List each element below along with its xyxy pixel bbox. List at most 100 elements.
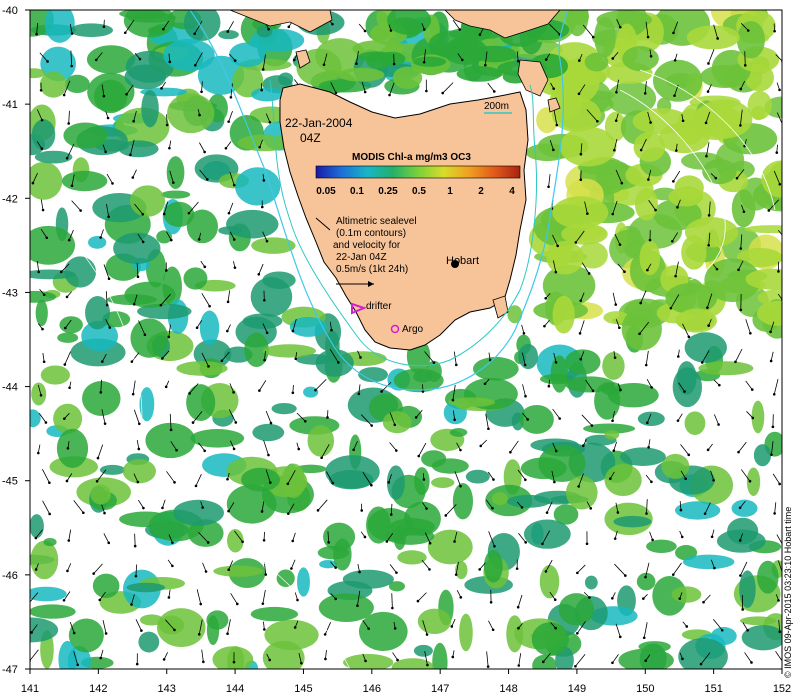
velocity-arrow-head [579,299,583,302]
velocity-arrow-head [294,357,298,360]
chlorophyll-patch [676,361,697,395]
velocity-arrow-head [545,511,549,514]
velocity-arrow-head [92,572,96,575]
velocity-arrow-head [687,335,691,339]
velocity-arrow-head [624,574,627,577]
velocity-arrow-head [579,178,583,182]
velocity-arrow-head [267,27,270,31]
velocity-arrow-head [263,298,266,302]
velocity-arrow-head [611,212,615,216]
velocity-arrow-head [27,603,30,606]
velocity-arrow-head [441,91,444,95]
velocity-arrow-head [717,423,720,426]
chlorophyll-patch [343,654,394,669]
velocity-arrow-head [264,573,268,576]
velocity-arrow-head [67,122,71,125]
velocity-arrow-head [611,57,615,60]
velocity-arrow-head [483,382,487,386]
chlorophyll-patch [256,25,273,38]
velocity-arrow-head [330,328,333,332]
velocity-arrow-head [39,88,43,92]
velocity-arrow-head [82,511,85,515]
colorbar-tick-label: 1 [447,186,453,197]
chlorophyll-patch [30,617,59,643]
velocity-arrow-head [358,570,361,574]
y-tick-label: -47 [2,664,18,676]
velocity-arrow-head [380,390,383,393]
velocity-arrow-head [95,479,99,483]
chlorophyll-patch [176,361,228,376]
velocity-arrow-head [357,392,361,396]
chlorophyll-patch [129,185,166,217]
velocity-arrow-head [596,119,599,123]
chlorophyll-patch [552,196,609,229]
velocity-arrow-head [739,87,743,91]
velocity-arrow-head [68,386,71,390]
velocity-arrow-head [749,331,752,335]
velocity-arrow-head [553,480,556,484]
velocity-arrow-head [618,25,622,29]
velocity-arrow-head [738,506,742,510]
velocity-arrow-head [136,480,140,484]
velocity-arrow-head [743,64,747,67]
velocity-arrow-head [226,300,230,304]
velocity-arrow-head [591,389,595,393]
velocity-arrow-head [649,121,652,124]
velocity-arrow-head [169,238,173,242]
chlorophyll-patch [413,644,433,657]
velocity-arrow-head [168,60,172,64]
chlorophyll-patch [459,613,473,652]
velocity-arrow-head [314,388,317,392]
velocity-arrow-head [487,427,490,431]
velocity-arrow-head [385,540,389,543]
velocity-arrow-head [103,511,106,515]
velocity-arrow-head [750,661,753,664]
velocity-arrow-head [642,636,646,640]
velocity-arrow-head [524,478,527,482]
velocity-arrow-head [714,176,718,180]
velocity-arrow-head [226,329,229,333]
velocity-arrow-head [681,119,685,123]
velocity-arrow-head [553,598,557,602]
velocity-arrow-head [516,59,520,63]
velocity-arrow-head [643,92,647,95]
x-tick-label: 141 [21,683,39,695]
velocity-arrow-head [735,176,739,180]
chlorophyll-patch [199,310,220,346]
velocity-arrow-head [767,209,771,212]
chlorophyll-patch [491,492,508,506]
velocity-arrow-head [609,477,612,480]
velocity-arrow-head [739,574,742,577]
velocity-arrow-head [392,62,396,66]
chlorophyll-patch [69,23,114,38]
velocity-arrow-head [135,662,139,666]
chlorophyll-patch [678,638,728,669]
chlorophyll-patch [63,122,108,149]
velocity-arrow-head [101,360,104,363]
y-tick-label: -42 [2,193,18,205]
velocity-arrow-head [99,236,102,239]
velocity-arrow-head [291,391,295,395]
velocity-arrow-head [642,597,645,600]
velocity-arrow-head [651,538,654,542]
velocity-arrow-head [226,30,230,33]
velocity-arrow-head [207,365,210,368]
chlorophyll-patch [684,411,706,435]
velocity-arrow-head [141,240,145,244]
velocity-arrow-head [574,241,578,244]
velocity-arrow-head [320,456,323,460]
legend-line-2: (0.1m contours) [336,228,406,239]
velocity-arrow-head [268,658,271,662]
colorbar-title: MODIS Chl-a mg/m3 OC3 [352,152,471,163]
chlorophyll-patch [431,458,469,474]
chlorophyll-patch [213,565,264,577]
velocity-arrow-head [638,332,641,336]
velocity-arrow-head [167,596,171,599]
velocity-arrow-head [577,485,580,488]
velocity-arrow-head [769,330,772,334]
velocity-arrow-head [334,566,337,569]
x-tick-label: 148 [499,683,517,695]
velocity-arrow-head [159,303,163,307]
velocity-arrow-head [232,238,236,241]
velocity-arrow-head [108,326,112,329]
